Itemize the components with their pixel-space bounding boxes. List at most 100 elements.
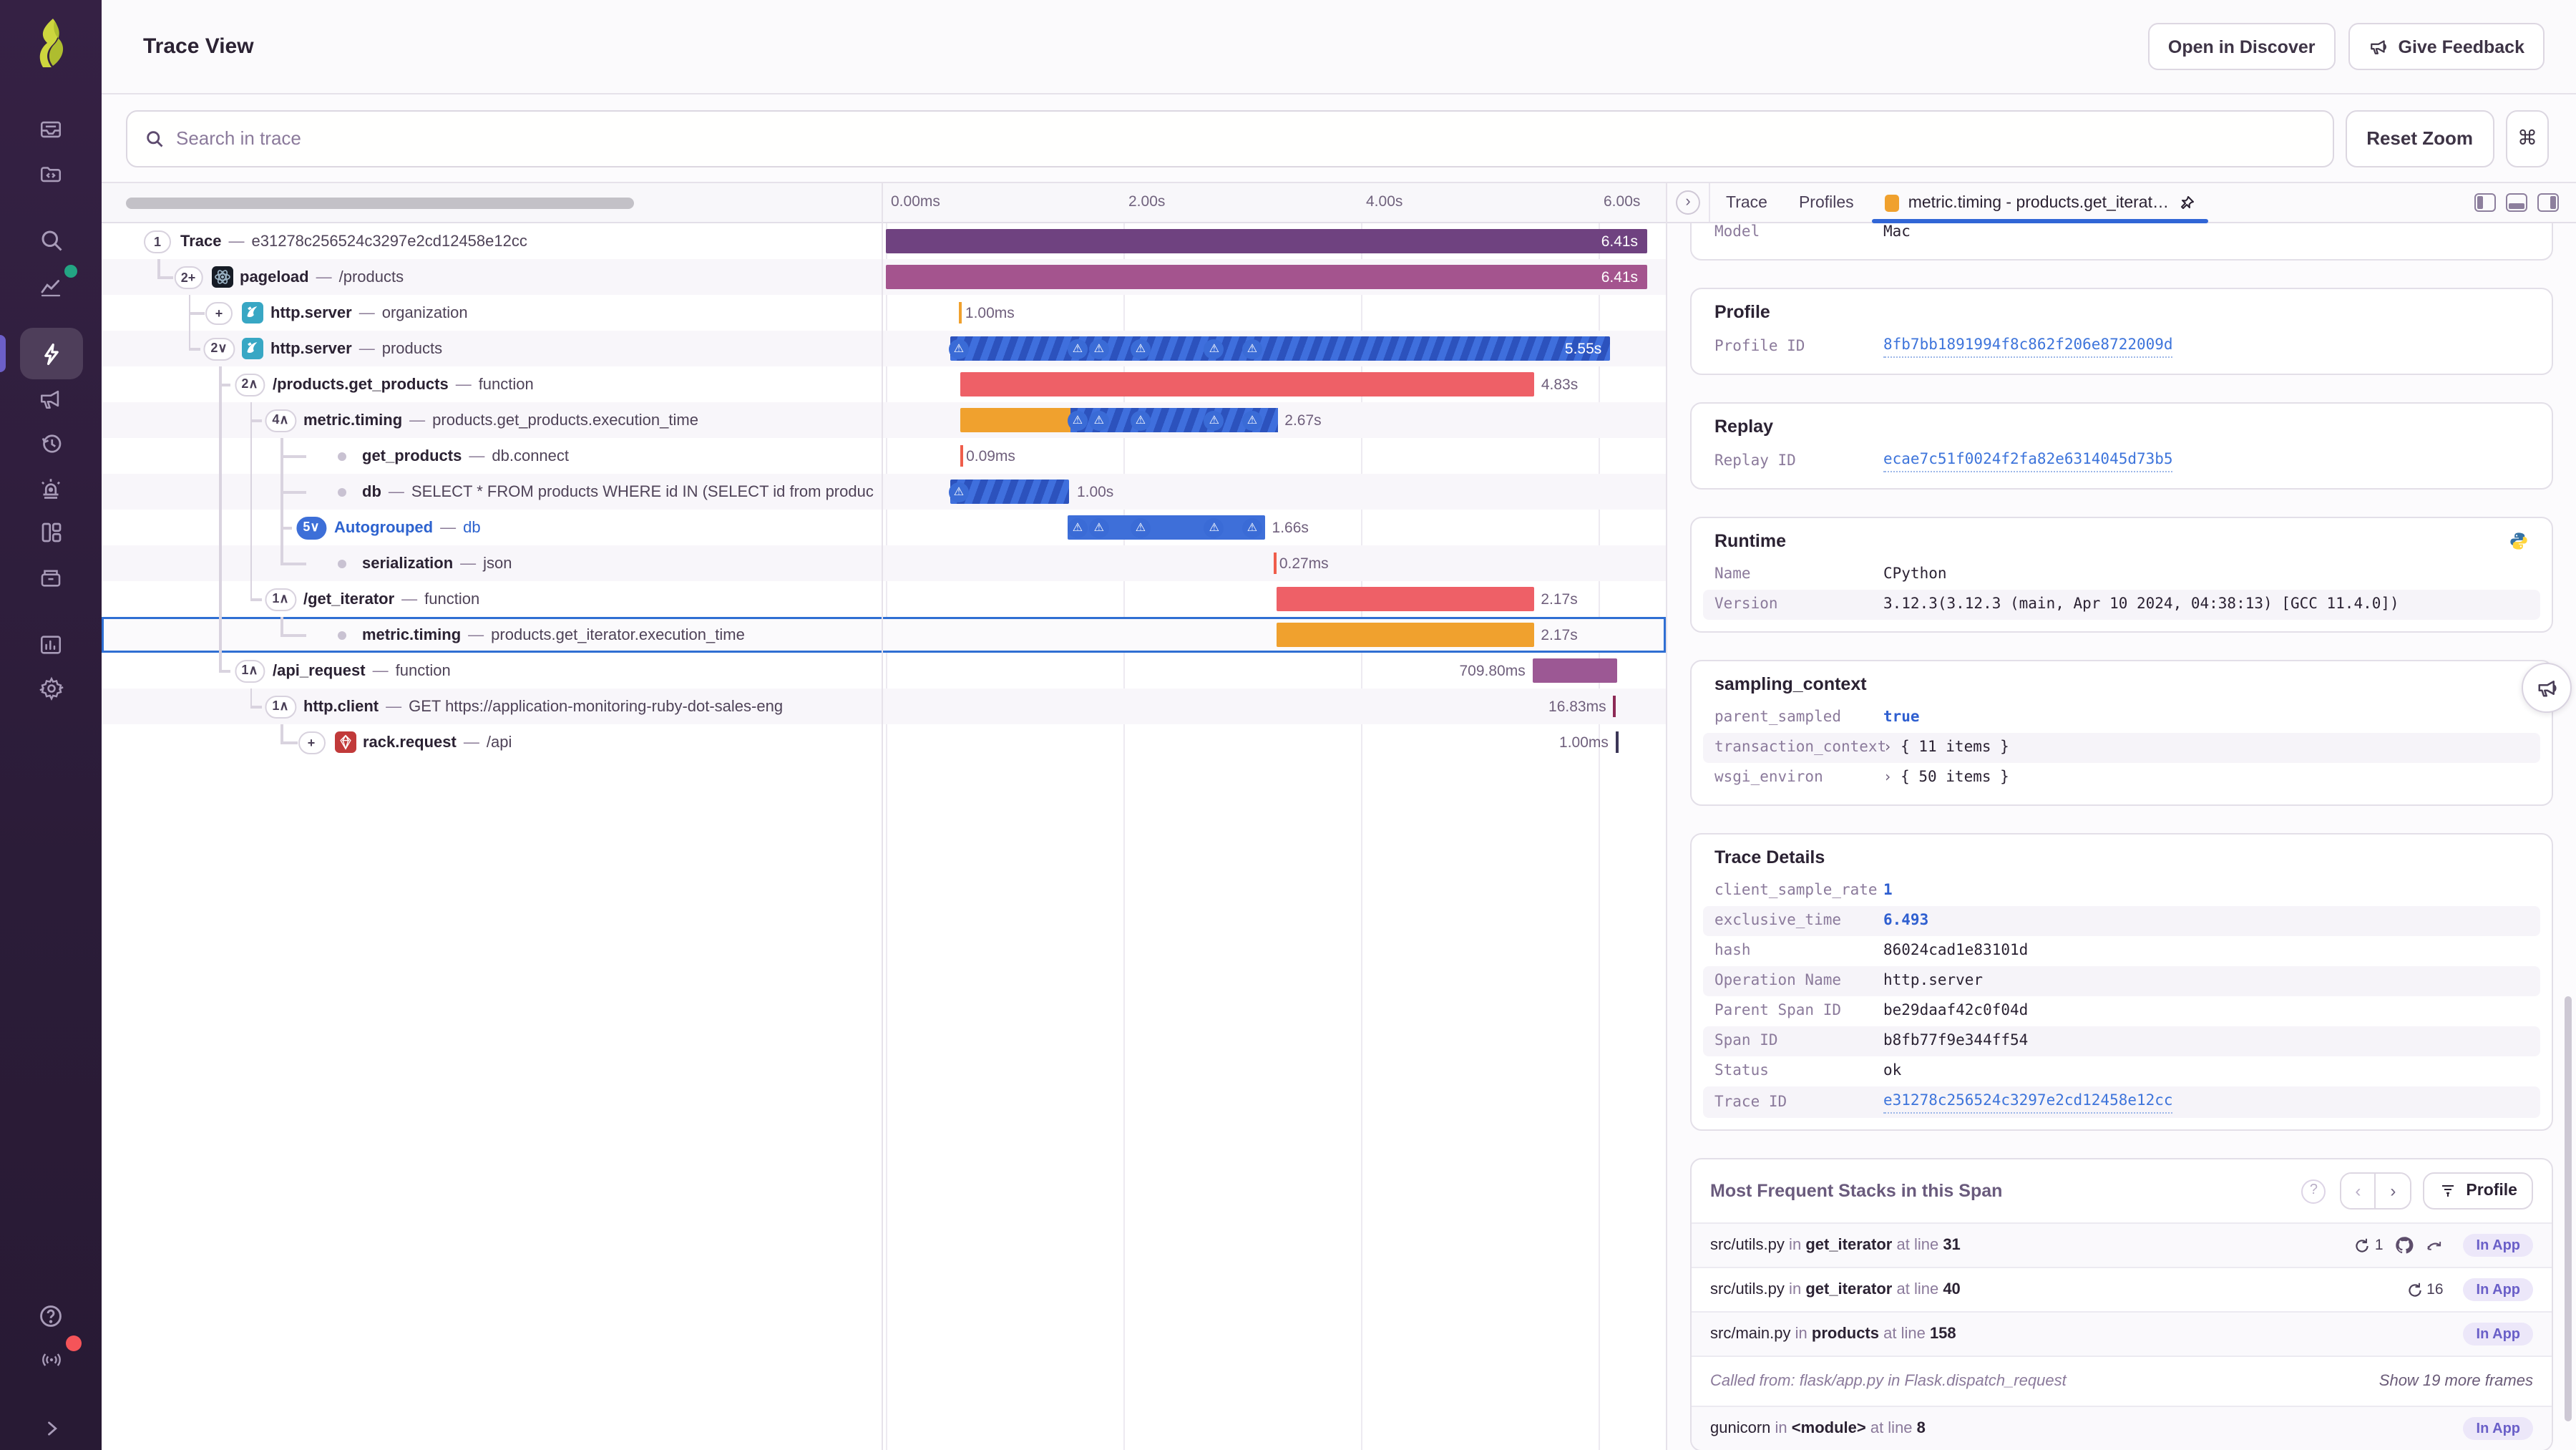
span-label[interactable]: Autogrouped — db [334, 510, 481, 545]
warning-icon[interactable]: ⚠ [1241, 339, 1262, 359]
expand-badge[interactable]: 5∨ [296, 516, 327, 539]
span-label[interactable]: serialization — json [362, 545, 512, 581]
trace-row[interactable]: + http.server — organization 1.00ms [102, 295, 1666, 331]
search-input[interactable] [176, 127, 2316, 149]
profile-button[interactable]: Profile [2423, 1172, 2533, 1210]
span-bar[interactable] [950, 336, 1611, 361]
reset-zoom-button[interactable]: Reset Zoom [2345, 110, 2494, 167]
column-divider[interactable] [882, 183, 883, 1450]
warning-icon[interactable]: ⚠ [1130, 517, 1151, 537]
trace-row[interactable]: db — SELECT * FROM products WHERE id IN (S… [102, 474, 1666, 510]
span-label[interactable]: http.server — organization [270, 295, 468, 331]
span-bar[interactable] [1276, 587, 1534, 611]
span-label[interactable]: http.server — products [270, 331, 442, 366]
sidebar-item-projects[interactable] [0, 152, 102, 195]
sidebar-item-settings[interactable] [0, 667, 102, 710]
span-label[interactable]: http.client — GET https://application-moni… [303, 688, 783, 724]
span-tick[interactable] [1615, 731, 1619, 753]
layout-bottom-icon[interactable] [2506, 193, 2527, 212]
pin-icon[interactable] [2177, 194, 2195, 211]
show-more-frames-link[interactable]: Show 19 more frames [2379, 1373, 2533, 1390]
sidebar-item-dashboards[interactable] [0, 511, 102, 554]
sidebar-item-broadcast[interactable] [0, 1335, 102, 1381]
trace-row[interactable]: 1∧ http.client — GET https://application-mo… [102, 688, 1666, 724]
trace-row[interactable]: 2+ pageload — /products 6.41s [102, 259, 1666, 295]
span-bar[interactable] [960, 372, 1534, 396]
trace-row[interactable]: + rack.request — /api 1.00ms [102, 724, 1666, 760]
trace-row[interactable]: 4∧ metric.timing — products.get_products.ex… [102, 402, 1666, 438]
feedback-fab[interactable] [2522, 663, 2572, 713]
stack-frame-row[interactable]: gunicorn in <module> at line 8 In App [1692, 1406, 2552, 1450]
stack-frame-row[interactable]: src/utils.py in get_iterator at line 40 1… [1692, 1267, 2552, 1311]
span-label[interactable]: rack.request — /api [363, 724, 512, 760]
trace-row[interactable]: 2∨ http.server — products 5.55s ⚠ ⚠ ⚠ ⚠ ⚠ ⚠ [102, 331, 1666, 366]
vertical-scrollbar[interactable] [2565, 996, 2572, 1421]
expand-badge[interactable]: 1∧ [234, 659, 265, 682]
prev-stack-button[interactable]: ‹ [2341, 1174, 2376, 1208]
called-from-row[interactable]: Called from: flask/app.py in Flask.dispa… [1692, 1356, 2552, 1406]
span-label[interactable]: /products.get_products — function [273, 366, 534, 402]
warning-icon[interactable]: ⚠ [1130, 339, 1151, 359]
span-label[interactable]: Trace — e31278c256524c3297e2cd12458e12cc [180, 223, 527, 259]
trace-row[interactable]: 2∧ /products.get_products — function 4.83s [102, 366, 1666, 402]
sidebar-item-performance[interactable] [0, 328, 102, 379]
span-bar[interactable] [1532, 658, 1617, 683]
warning-icon[interactable]: ⚠ [1067, 410, 1088, 430]
span-bar[interactable] [885, 229, 1647, 253]
span-label[interactable]: /get_iterator — function [303, 581, 479, 617]
sidebar-item-issues[interactable] [0, 107, 102, 150]
detail-value[interactable]: ›{ 11 items } [1883, 737, 2009, 759]
trace-row[interactable]: metric.timing — products.get_iterator.exec… [102, 617, 1666, 653]
sidebar-item-stats[interactable] [0, 623, 102, 666]
expand-badge[interactable]: + [205, 301, 233, 324]
detail-link[interactable]: 8fb7bb1891994f8c862f206e8722009d [1883, 335, 2173, 358]
warning-icon[interactable]: ⚠ [948, 482, 969, 502]
sidebar-item-explore[interactable] [0, 219, 102, 262]
expand-badge[interactable]: 2+ [173, 266, 203, 288]
curve-icon[interactable] [2425, 1236, 2445, 1255]
detail-link[interactable]: e31278c256524c3297e2cd12458e12cc [1883, 1091, 2173, 1114]
sidebar-item-crons[interactable] [0, 467, 102, 510]
sidebar-item-insights[interactable] [0, 265, 102, 308]
sidebar-item-collapse[interactable] [0, 1407, 102, 1450]
stack-frame-row[interactable]: src/main.py in products at line 158 In Ap… [1692, 1311, 2552, 1356]
trace-search[interactable] [126, 110, 2334, 167]
span-label[interactable]: db — SELECT * FROM products WHERE id IN (S… [362, 474, 874, 510]
trace-row[interactable]: 5∨ Autogrouped — db 1.66s ⚠ ⚠ ⚠ ⚠ ⚠ [102, 510, 1666, 545]
expand-badge[interactable]: 1 [144, 230, 171, 253]
github-icon[interactable] [2395, 1235, 2415, 1255]
stack-frame-row[interactable]: src/utils.py in get_iterator at line 31 1… [1692, 1222, 2552, 1267]
expand-badge[interactable]: 4∧ [265, 409, 296, 432]
expand-badge[interactable]: 2∨ [203, 337, 235, 360]
shortcuts-button[interactable]: ⌘ [2506, 110, 2549, 167]
expand-badge[interactable]: 2∧ [234, 373, 265, 396]
trace-row[interactable]: 1∧ /api_request — function 709.80ms [102, 653, 1666, 688]
span-tick[interactable] [959, 302, 962, 323]
warning-icon[interactable]: ⚠ [1130, 410, 1151, 430]
trace-row[interactable]: get_products — db.connect 0.09ms [102, 438, 1666, 474]
warning-icon[interactable]: ⚠ [1088, 339, 1109, 359]
warning-icon[interactable]: ⚠ [1241, 410, 1262, 430]
span-label[interactable]: metric.timing — products.get_products.exec… [303, 402, 698, 438]
sidebar-item-alerts[interactable] [0, 376, 102, 419]
tab-trace[interactable]: Trace [1710, 183, 1783, 222]
next-stack-button[interactable]: › [2376, 1174, 2411, 1208]
warning-icon[interactable]: ⚠ [1067, 517, 1088, 537]
warning-icon[interactable]: ⚠ [948, 339, 969, 359]
horizontal-scrollbar[interactable] [126, 198, 634, 209]
span-bar[interactable] [1276, 623, 1534, 647]
trace-row[interactable]: serialization — json 0.27ms [102, 545, 1666, 581]
panel-scroll-area[interactable]: Model Mac Profile Profile ID 8fb7bb1891994f8… [1667, 223, 2576, 1450]
span-tick[interactable] [1613, 696, 1616, 717]
span-tick[interactable] [960, 445, 964, 467]
panel-collapse-button[interactable]: › [1667, 183, 1710, 222]
span-label[interactable]: /api_request — function [273, 653, 451, 688]
expand-badge[interactable]: 1∧ [265, 588, 296, 610]
trace-row[interactable]: 1 Trace — e31278c256524c3297e2cd12458e12cc 6… [102, 223, 1666, 259]
trace-row[interactable]: 1∧ /get_iterator — function 2.17s [102, 581, 1666, 617]
warning-icon[interactable]: ⚠ [1067, 339, 1088, 359]
warning-icon[interactable]: ⚠ [1088, 410, 1109, 430]
sentry-logo-icon[interactable] [24, 16, 79, 70]
layout-left-icon[interactable] [2474, 193, 2496, 212]
help-icon[interactable]: ? [2301, 1179, 2326, 1203]
